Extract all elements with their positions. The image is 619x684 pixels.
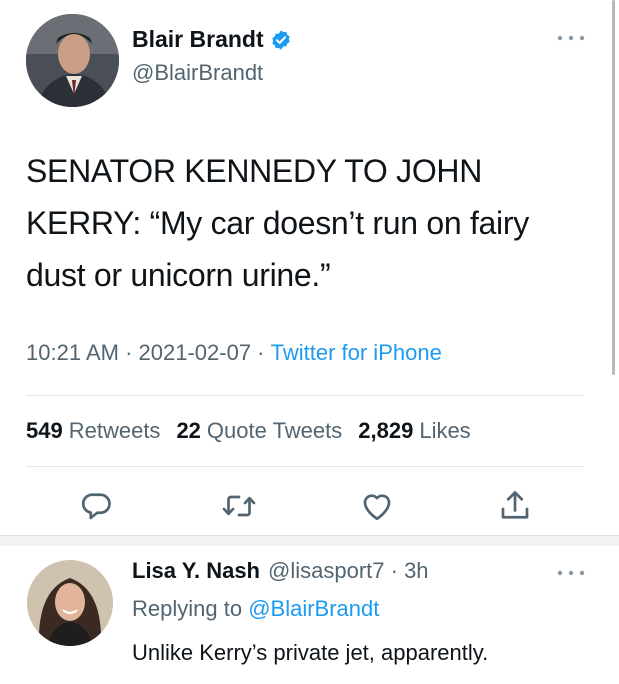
likes-label: Likes (419, 418, 471, 443)
reply-time: 3h (404, 558, 429, 583)
tweet-actions (0, 488, 610, 528)
thread-separator (0, 535, 619, 546)
replying-to-handle-link[interactable]: @BlairBrandt (248, 596, 379, 621)
reply-author-name[interactable]: Lisa Y. Nash (132, 558, 260, 584)
meta-separator: · (118, 340, 139, 365)
share-icon[interactable] (497, 488, 533, 524)
reply-time-separator: · (384, 558, 405, 583)
heart-icon[interactable] (359, 488, 395, 524)
scrollbar[interactable] (612, 0, 615, 375)
divider (26, 395, 584, 396)
likes-count: 2,829 (358, 418, 414, 443)
likes-stat[interactable]: 2,829 Likes (358, 418, 470, 444)
author-handle[interactable]: @BlairBrandt (132, 60, 263, 86)
retweets-count: 549 (26, 418, 63, 443)
replying-prefix: Replying to (132, 596, 243, 621)
main-tweet: Blair Brandt @BlairBrandt SENATOR KENNED… (0, 0, 610, 535)
reply-tweet[interactable]: Lisa Y. Nash @lisasport7 · 3h Replying t… (0, 546, 610, 684)
author-avatar[interactable] (26, 14, 119, 107)
quote-tweets-count: 22 (176, 418, 201, 443)
replying-to-line: Replying to @BlairBrandt (132, 596, 379, 622)
retweet-icon[interactable] (221, 488, 257, 524)
quote-tweets-label: Quote Tweets (206, 418, 343, 443)
reply-author-avatar[interactable] (27, 560, 113, 646)
retweets-stat[interactable]: 549 Retweets (26, 418, 160, 444)
reply-text: Unlike Kerry’s private jet, apparently. (132, 640, 489, 665)
tweet-source-link[interactable]: Twitter for iPhone (271, 340, 442, 366)
divider (26, 466, 584, 467)
tweet-meta: 10:21 AM · 2021-02-07 · Twitter for iPho… (26, 340, 442, 366)
retweets-label: Retweets (68, 418, 161, 443)
reply-icon[interactable] (78, 488, 114, 524)
tweet-time: 10:21 AM (26, 340, 119, 365)
tweet-date: 2021-02-07 (138, 340, 252, 365)
meta-separator: · (251, 340, 271, 365)
reply-author-handle[interactable]: @lisasport7 (268, 558, 385, 584)
more-dots-icon[interactable] (556, 568, 586, 578)
author-name[interactable]: Blair Brandt (132, 26, 264, 53)
verified-badge-icon (271, 29, 290, 50)
tweet-text: SENATOR KENNEDY TO JOHN KERRY: “My car d… (26, 153, 529, 293)
tweet-stats: 549 Retweets 22 Quote Tweets 2,829 Likes (26, 418, 471, 444)
quote-tweets-stat[interactable]: 22 Quote Tweets (176, 418, 342, 444)
more-dots-icon[interactable] (556, 33, 586, 43)
